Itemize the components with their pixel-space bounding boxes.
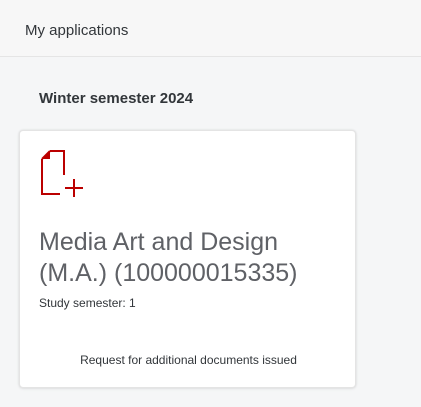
document-add-icon: [40, 149, 88, 199]
study-semester-label: Study semester: 1: [39, 296, 136, 310]
semester-heading: Winter semester 2024: [39, 90, 194, 107]
page-header: My applications: [0, 0, 421, 57]
application-title: Media Art and Design (M.A.) (10000001533…: [39, 228, 298, 287]
page-title: My applications: [25, 22, 129, 39]
application-card[interactable]: Media Art and Design (M.A.) (10000001533…: [19, 130, 356, 388]
application-status: Request for additional documents issued: [80, 353, 297, 367]
